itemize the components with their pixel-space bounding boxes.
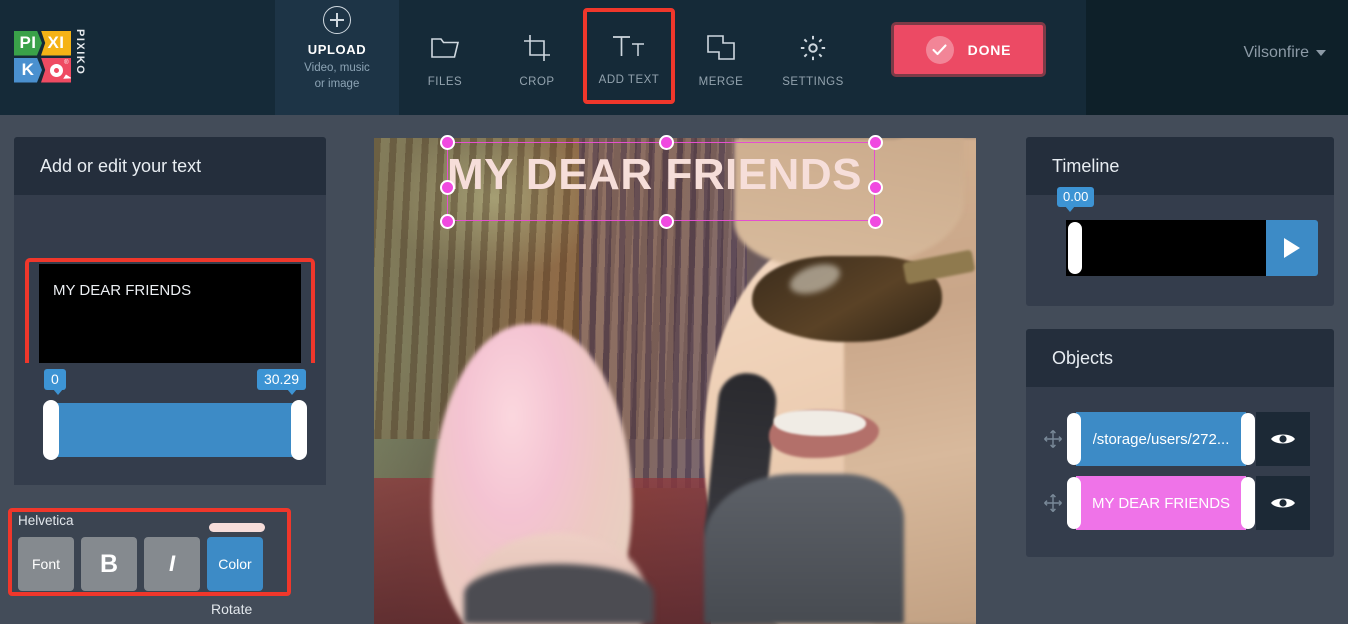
- gear-icon: [799, 28, 827, 68]
- tool-merge[interactable]: MERGE: [675, 0, 767, 115]
- logo-cell-xi: XI: [41, 30, 71, 56]
- done-button[interactable]: DONE: [891, 22, 1046, 77]
- timeline-track[interactable]: [1066, 220, 1269, 276]
- range-track[interactable]: [44, 403, 306, 457]
- plus-circle-icon: [323, 6, 351, 34]
- upload-subtitle: Video, music or image: [304, 60, 370, 92]
- folder-icon: [430, 28, 460, 68]
- text-tool-icon: [612, 26, 646, 66]
- pixiko-video-editor: PI XI K ® PIXIKO UPLOAD Video, music or …: [0, 0, 1348, 624]
- object-row-text[interactable]: MY DEAR FRIENDS: [1040, 476, 1320, 530]
- object-label-text: MY DEAR FRIENDS: [1091, 494, 1231, 512]
- upload-title: UPLOAD: [307, 42, 367, 57]
- range-max-bubble: 30.29: [256, 369, 306, 395]
- objects-title: Objects: [1052, 347, 1114, 368]
- tool-files-label: FILES: [427, 75, 463, 88]
- app-header: PI XI K ® PIXIKO UPLOAD Video, music or …: [0, 0, 1348, 115]
- video-preview-canvas[interactable]: [374, 138, 976, 624]
- upload-button[interactable]: UPLOAD Video, music or image: [275, 0, 399, 115]
- handle-bottom-right[interactable]: [868, 214, 883, 229]
- handle-top-left[interactable]: [440, 135, 455, 150]
- logo-row-top: PI XI: [14, 30, 72, 56]
- rotate-label: Rotate: [211, 601, 253, 617]
- color-button[interactable]: Color: [207, 537, 263, 591]
- logo-row-bottom: K ®: [14, 57, 72, 83]
- object-chip-grip-right[interactable]: [1241, 413, 1255, 465]
- object-chip-text[interactable]: MY DEAR FRIENDS: [1066, 476, 1256, 530]
- font-button[interactable]: Font: [18, 537, 74, 591]
- tool-settings[interactable]: SETTINGS: [767, 0, 859, 115]
- video-teeth: [774, 410, 866, 436]
- handle-top-right[interactable]: [868, 135, 883, 150]
- video-frame-image: [374, 138, 976, 624]
- video-left-shoulder: [464, 564, 654, 624]
- duration-range-slider[interactable]: 0 30.29: [14, 363, 326, 485]
- tool-add-text[interactable]: ADD TEXT: [583, 8, 675, 104]
- object-chip-grip-left[interactable]: [1067, 477, 1081, 529]
- object-chip-video[interactable]: /storage/users/272...: [1066, 412, 1256, 466]
- font-toolbar-buttons: Font B I Color: [18, 537, 263, 591]
- range-handle-right[interactable]: [291, 400, 307, 460]
- merge-icon: [707, 28, 735, 68]
- handle-top-center[interactable]: [659, 135, 674, 150]
- text-panel-title: Add or edit your text: [40, 155, 202, 176]
- logo-blocks: PI XI K ®: [14, 30, 72, 83]
- logo-cell-k: K: [14, 57, 42, 83]
- tool-files[interactable]: FILES: [399, 0, 491, 115]
- object-chip-grip-right[interactable]: [1241, 477, 1255, 529]
- cursor-arrow-icon: [63, 73, 71, 83]
- logo-cell-o: ®: [41, 57, 71, 83]
- tool-merge-label: MERGE: [698, 75, 744, 88]
- timeline-current-time-bubble: 0.00: [1057, 187, 1095, 212]
- visibility-toggle-text[interactable]: [1256, 476, 1310, 530]
- video-right-shoulder: [704, 474, 904, 624]
- play-button[interactable]: [1266, 220, 1318, 276]
- upload-subtitle-line1: Video, music: [304, 62, 370, 74]
- objects-panel-header: Objects: [1026, 329, 1334, 387]
- eye-icon: [1271, 434, 1295, 444]
- handle-middle-right[interactable]: [868, 180, 883, 195]
- visibility-toggle-video[interactable]: [1256, 412, 1310, 466]
- object-chip-grip-left[interactable]: [1067, 413, 1081, 465]
- italic-button[interactable]: I: [144, 537, 200, 591]
- timeline-title: Timeline: [1052, 155, 1120, 176]
- toolbar: FILES CROP ADD TEXT MERGE SETTINGS: [399, 0, 859, 115]
- handle-middle-left[interactable]: [440, 180, 455, 195]
- chevron-down-icon: [1316, 50, 1326, 56]
- color-preview-swatch: [209, 523, 265, 532]
- timeline-playhead-handle[interactable]: [1068, 222, 1082, 274]
- registered-mark: ®: [64, 59, 69, 66]
- tool-settings-label: SETTINGS: [782, 75, 844, 88]
- tool-crop-label: CROP: [519, 75, 555, 88]
- current-font-name: Helvetica: [18, 513, 74, 528]
- object-label-video: /storage/users/272...: [1092, 430, 1230, 448]
- logo-wordmark: PIXIKO: [74, 29, 86, 76]
- play-icon: [1284, 238, 1300, 258]
- logo-o-ring-icon: [49, 63, 63, 77]
- user-name: Vilsonfire: [1243, 44, 1309, 61]
- tool-add-text-label: ADD TEXT: [598, 74, 660, 86]
- range-min-bubble: 0: [44, 369, 66, 395]
- text-panel-header: Add or edit your text: [14, 137, 326, 195]
- handle-bottom-left[interactable]: [440, 214, 455, 229]
- check-circle-icon: [925, 35, 954, 64]
- range-handle-left[interactable]: [43, 400, 59, 460]
- crop-icon: [523, 28, 551, 68]
- pixiko-logo[interactable]: PI XI K ® PIXIKO: [14, 29, 94, 84]
- handle-bottom-center[interactable]: [659, 214, 674, 229]
- eye-icon: [1271, 498, 1295, 508]
- move-arrows-icon[interactable]: [1040, 429, 1066, 449]
- done-button-label: DONE: [967, 41, 1012, 58]
- tool-crop[interactable]: CROP: [491, 0, 583, 115]
- bold-button[interactable]: B: [81, 537, 137, 591]
- move-arrows-icon[interactable]: [1040, 493, 1066, 513]
- object-row-video[interactable]: /storage/users/272...: [1040, 412, 1320, 466]
- upload-subtitle-line2: or image: [314, 78, 360, 90]
- user-menu[interactable]: Vilsonfire: [1243, 44, 1326, 62]
- logo-cell-pi: PI: [14, 30, 42, 56]
